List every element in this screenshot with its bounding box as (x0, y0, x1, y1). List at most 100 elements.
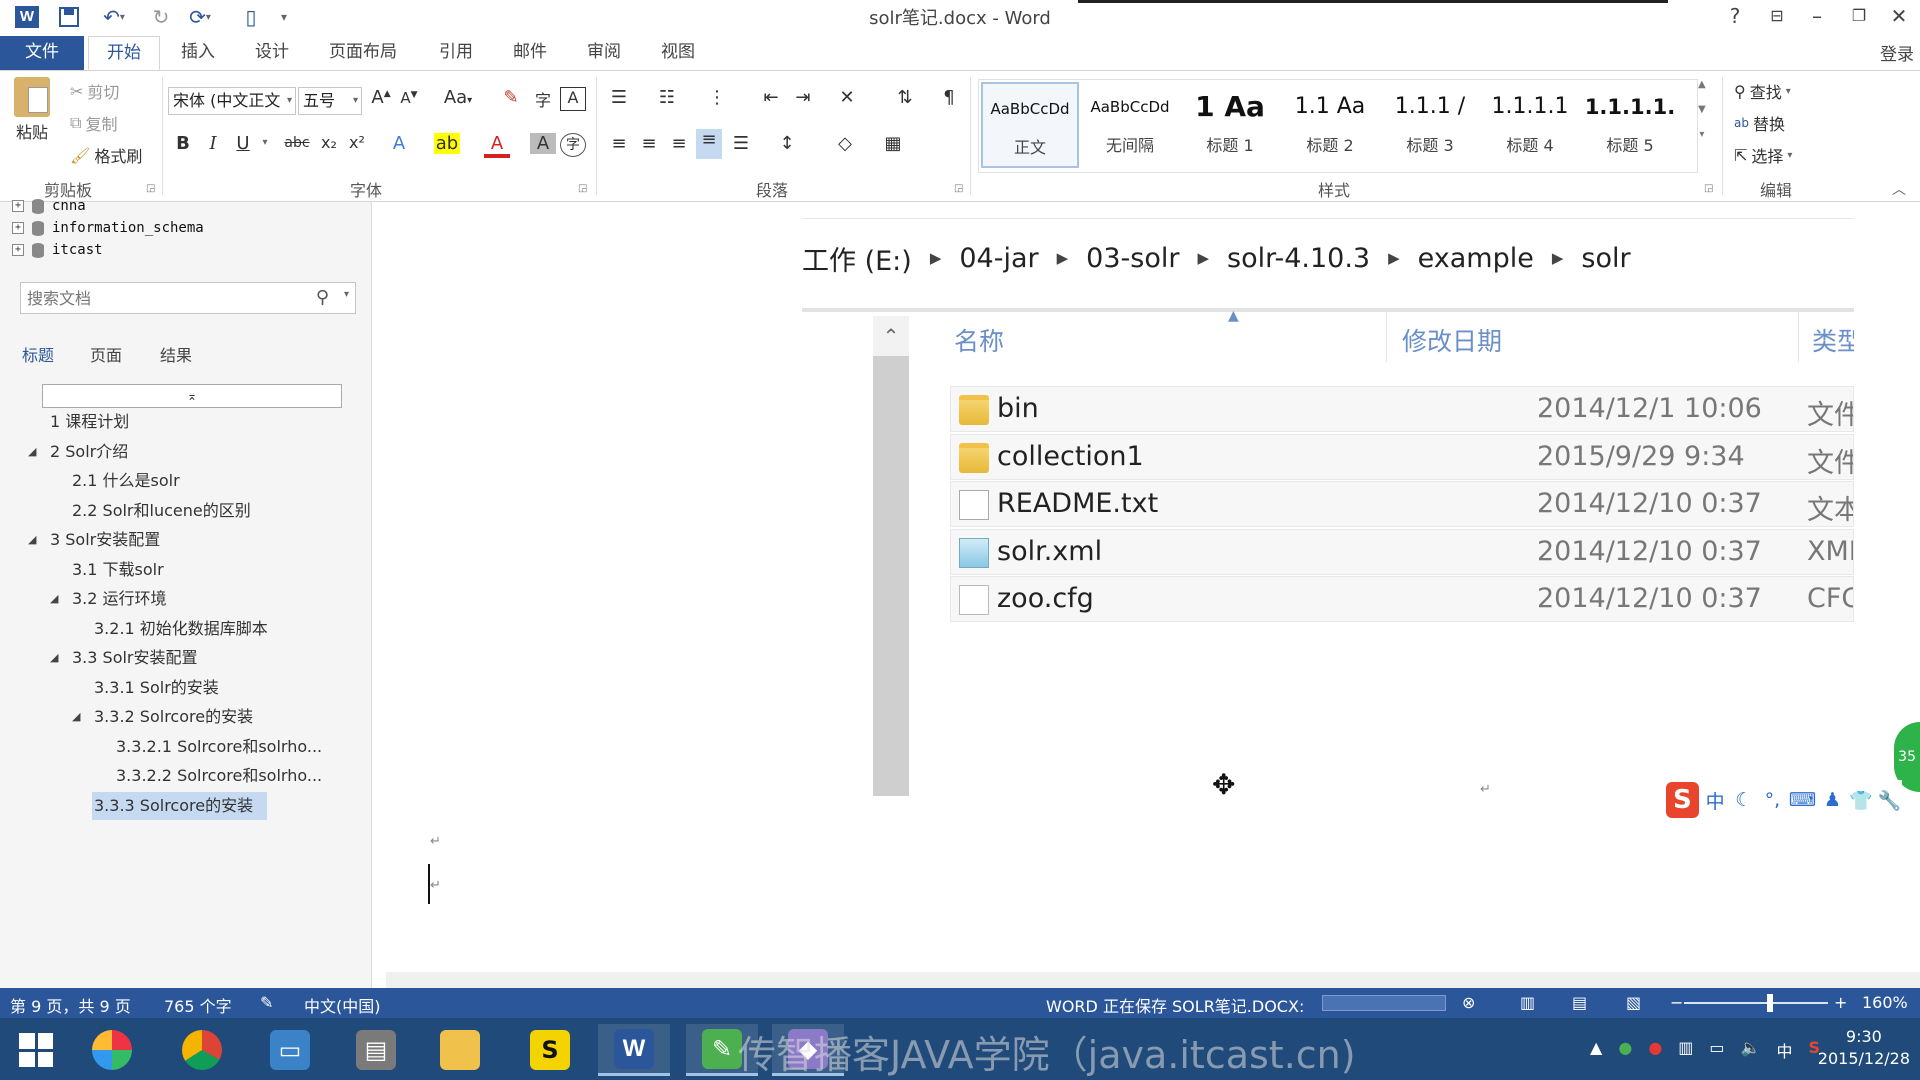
format-painter-button[interactable]: 🖌 格式刷 (70, 143, 142, 167)
heading-item[interactable]: 3.3.1 Solr的安装 (92, 674, 233, 702)
skin-shirt-icon[interactable]: 👕 (1849, 789, 1874, 812)
chevron-down-icon[interactable]: ▾ (344, 289, 349, 300)
volume-icon[interactable]: 🔈 (1741, 1038, 1761, 1062)
heading-item[interactable]: 3.3.3 Solrcore的安装 (92, 791, 268, 820)
tab-references[interactable]: 引用 (430, 36, 482, 70)
find-button[interactable]: ⚲ 查找 ▾ (1734, 79, 1791, 103)
zoom-level[interactable]: 160% (1862, 993, 1908, 1012)
collapse-triangle-icon[interactable]: ◢ (50, 585, 58, 613)
document-search-input[interactable] (21, 283, 291, 313)
heading-item[interactable]: 3.3.2.2 Solrcore和solrho... (114, 762, 336, 790)
bold-icon[interactable]: B (170, 133, 196, 154)
column-header-name[interactable]: 名称 (954, 322, 1004, 358)
select-button[interactable]: ⇱ 选择 ▾ (1734, 143, 1792, 167)
breadcrumb-segment[interactable]: example (1418, 243, 1534, 274)
expand-icon[interactable]: + (12, 222, 24, 234)
change-case-button[interactable]: Aa▾ (438, 87, 478, 108)
line-spacing-icon[interactable]: ↕ (774, 133, 800, 154)
tab-layout[interactable]: 页面布局 (318, 36, 408, 70)
help-button[interactable]: ? (1718, 2, 1752, 30)
voice-icon[interactable]: ♟ (1820, 789, 1845, 811)
ribbon-display-options-icon[interactable]: ⊟ (1760, 2, 1794, 30)
styles-scroll-controls[interactable]: ▲ ▼ ▾ (1698, 79, 1706, 140)
nav-tab-pages[interactable]: 页面 (90, 342, 122, 366)
chevron-right-icon[interactable]: ▶ (1197, 249, 1209, 267)
clear-formatting-icon[interactable]: ✎ (498, 87, 524, 108)
heading-item[interactable]: 3.2.1 初始化数据库脚本 (92, 615, 282, 643)
breadcrumb-segment[interactable]: solr-4.10.3 (1227, 243, 1370, 274)
style-heading-3[interactable]: 1.1.1 / 标题 3 (1381, 82, 1479, 168)
heading-item[interactable]: 2.2 Solr和lucene的区别 (70, 497, 265, 525)
cancel-save-icon[interactable]: ⊗ (1462, 993, 1475, 1012)
grow-font-icon[interactable]: A▲ (368, 87, 394, 108)
db-tree-item[interactable]: + cnna (12, 198, 86, 214)
align-right-icon[interactable]: ≡ (666, 133, 692, 154)
styles-launcher-icon[interactable]: ◲ (1704, 183, 1713, 194)
decrease-indent-icon[interactable]: ⇤ (758, 87, 784, 108)
breadcrumb-segment[interactable]: 04-jar (959, 243, 1038, 274)
heading-item[interactable]: 3.3.2.1 Solrcore和solrho... (114, 733, 336, 761)
tab-insert[interactable]: 插入 (172, 36, 224, 70)
tab-view[interactable]: 视图 (652, 36, 704, 70)
security-icon[interactable]: ● (1618, 1038, 1632, 1062)
collapse-triangle-icon[interactable]: ◢ (72, 703, 80, 731)
align-left-icon[interactable]: ≡ (606, 133, 632, 154)
multilevel-list-icon[interactable]: ⋮ (704, 87, 730, 108)
show-marks-icon[interactable]: ¶ (936, 87, 962, 108)
nav-tab-headings[interactable]: 标题 (22, 342, 54, 366)
paste-button[interactable]: 粘贴 (14, 77, 50, 143)
copy-button[interactable]: ⧉ 复制 (70, 111, 117, 135)
network-icon[interactable]: ▥ (1678, 1038, 1693, 1062)
chevron-down-icon[interactable]: ▾ (252, 137, 278, 148)
taskbar-app-database[interactable]: ▤ (340, 1024, 412, 1076)
settings-wrench-icon[interactable]: 🔧 (1877, 789, 1902, 812)
taskbar-app-sogou[interactable]: S (514, 1024, 586, 1076)
heading-item[interactable]: 1 课程计划 (48, 408, 143, 436)
sogou-logo-icon[interactable]: S (1666, 782, 1699, 818)
heading-item[interactable]: ◢ 3.3.2 Solrcore的安装 (72, 703, 267, 731)
horizontal-scrollbar[interactable] (386, 972, 1920, 988)
sign-in-link[interactable]: 登录 (1880, 40, 1914, 65)
style-heading-1[interactable]: 1 Aa 标题 1 (1181, 82, 1279, 168)
borders-icon[interactable]: ▦ (880, 133, 906, 154)
font-launcher-icon[interactable]: ◲ (578, 183, 587, 194)
vertical-scrollbar[interactable]: ⌃ (873, 316, 909, 796)
clock[interactable]: 9:30 2015/12/28 (1818, 1026, 1910, 1070)
taskbar-app-word[interactable]: W (598, 1024, 670, 1076)
monitor-tray-icon[interactable]: ▭ (1709, 1038, 1724, 1062)
column-header-date[interactable]: 修改日期 (1402, 322, 1502, 358)
style-heading-4[interactable]: 1.1.1.1 标题 4 (1481, 82, 1579, 168)
antivirus-icon[interactable]: ● (1648, 1038, 1662, 1062)
cut-button[interactable]: ✂ 剪切 (70, 79, 119, 103)
style-heading-2[interactable]: 1.1 Aa 标题 2 (1281, 82, 1379, 168)
taskbar-app-remote-desktop[interactable]: ▭ (254, 1024, 326, 1076)
search-icon[interactable]: ⚲ (316, 287, 329, 308)
justify-icon[interactable]: ≡ (696, 129, 722, 159)
style-heading-5[interactable]: 1.1.1.1. 标题 5 (1581, 82, 1679, 168)
db-tree-item[interactable]: + itcast (12, 242, 103, 258)
font-name-combo[interactable]: 宋体 (中文正文 ▾ (168, 87, 296, 115)
nav-tab-results[interactable]: 结果 (160, 342, 192, 366)
word-count[interactable]: 765 个字 (164, 993, 232, 1017)
tab-review[interactable]: 审阅 (578, 36, 630, 70)
zoom-out-icon[interactable]: − (1670, 993, 1683, 1012)
numbering-icon[interactable]: ☷ (654, 87, 680, 108)
clipboard-launcher-icon[interactable]: ◲ (146, 183, 155, 194)
chevron-right-icon[interactable]: ▶ (1552, 249, 1564, 267)
minimize-button[interactable]: – (1800, 2, 1834, 30)
chevron-right-icon[interactable]: ▶ (1057, 249, 1069, 267)
subscript-icon[interactable]: x₂ (316, 133, 342, 152)
close-button[interactable]: ✕ (1882, 2, 1916, 30)
expand-icon[interactable]: + (12, 244, 24, 256)
strikethrough-icon[interactable]: abc (280, 135, 314, 151)
font-size-combo[interactable]: 五号 ▾ (298, 87, 362, 115)
file-row[interactable]: solr.xml 2014/12/10 0:37 XML (950, 528, 1854, 575)
shrink-font-icon[interactable]: A▼ (396, 89, 422, 107)
chevron-down-icon[interactable]: ▼ (1698, 104, 1706, 115)
superscript-icon[interactable]: x² (344, 133, 370, 152)
half-width-moon-icon[interactable]: ☾ (1731, 789, 1756, 811)
input-language[interactable]: 中 (1776, 1038, 1792, 1062)
tab-home[interactable]: 开始 (88, 36, 160, 70)
breadcrumb-segment[interactable]: 03-solr (1086, 243, 1179, 274)
more-styles-icon[interactable]: ▾ (1699, 129, 1704, 140)
